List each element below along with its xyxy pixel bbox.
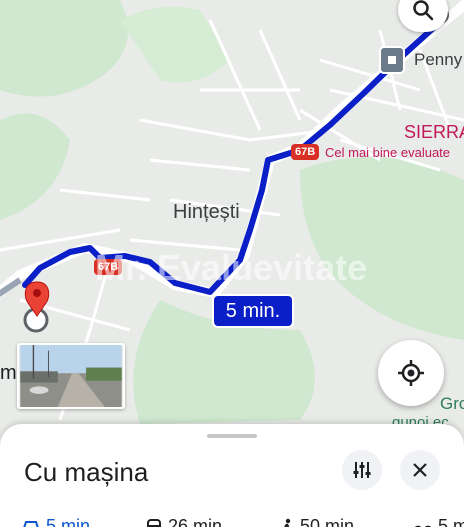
place-subtitle-sierra: Cel mai bine evaluate bbox=[325, 145, 451, 160]
car-icon bbox=[23, 520, 39, 527]
tab-walk[interactable]: 50 min bbox=[280, 516, 354, 527]
tune-icon bbox=[353, 462, 371, 478]
route-duration-badge[interactable]: 5 min. bbox=[212, 294, 294, 328]
my-location-icon bbox=[398, 360, 424, 386]
transit-icon bbox=[147, 518, 161, 527]
tab-drive[interactable]: 5 min bbox=[22, 516, 90, 527]
place-label-gro[interactable]: Gro bbox=[440, 394, 464, 414]
tab-transit-label: 26 min bbox=[168, 516, 223, 527]
close-button[interactable] bbox=[400, 450, 440, 490]
street-view-thumbnail[interactable] bbox=[17, 343, 125, 409]
road-shield-67b: 67B bbox=[291, 144, 320, 160]
tab-bike[interactable]: 5 m bbox=[414, 516, 464, 527]
place-label-left: m bbox=[0, 362, 17, 384]
directions-sheet: Cu mașina 5 min 26 min 50 min 5 m bbox=[0, 424, 464, 527]
close-icon bbox=[413, 463, 427, 477]
bike-icon bbox=[414, 525, 432, 527]
tab-drive-label: 5 min bbox=[46, 516, 91, 527]
tab-bike-label: 5 m bbox=[438, 516, 464, 527]
place-label-hintesti[interactable]: Hințești bbox=[173, 201, 240, 224]
place-label-penny[interactable]: Penny bbox=[414, 50, 462, 70]
search-icon bbox=[413, 0, 434, 21]
travel-mode-tabs: 5 min 26 min 50 min 5 m bbox=[0, 516, 464, 527]
sheet-title: Cu mașina bbox=[24, 457, 149, 487]
my-location-button[interactable] bbox=[378, 340, 444, 406]
sheet-drag-handle[interactable] bbox=[207, 434, 257, 438]
tab-transit[interactable]: 26 min bbox=[146, 516, 222, 527]
place-label-sierra[interactable]: SIERRA bbox=[404, 122, 464, 143]
tab-walk-label: 50 min bbox=[300, 516, 355, 527]
map-screen: Penny SIERRA Cel mai bine evaluate 67B 6… bbox=[0, 0, 464, 527]
walk-icon bbox=[284, 518, 291, 527]
route-options-button[interactable] bbox=[342, 450, 382, 490]
watermark: Mr. Evaluevitate bbox=[95, 247, 368, 288]
